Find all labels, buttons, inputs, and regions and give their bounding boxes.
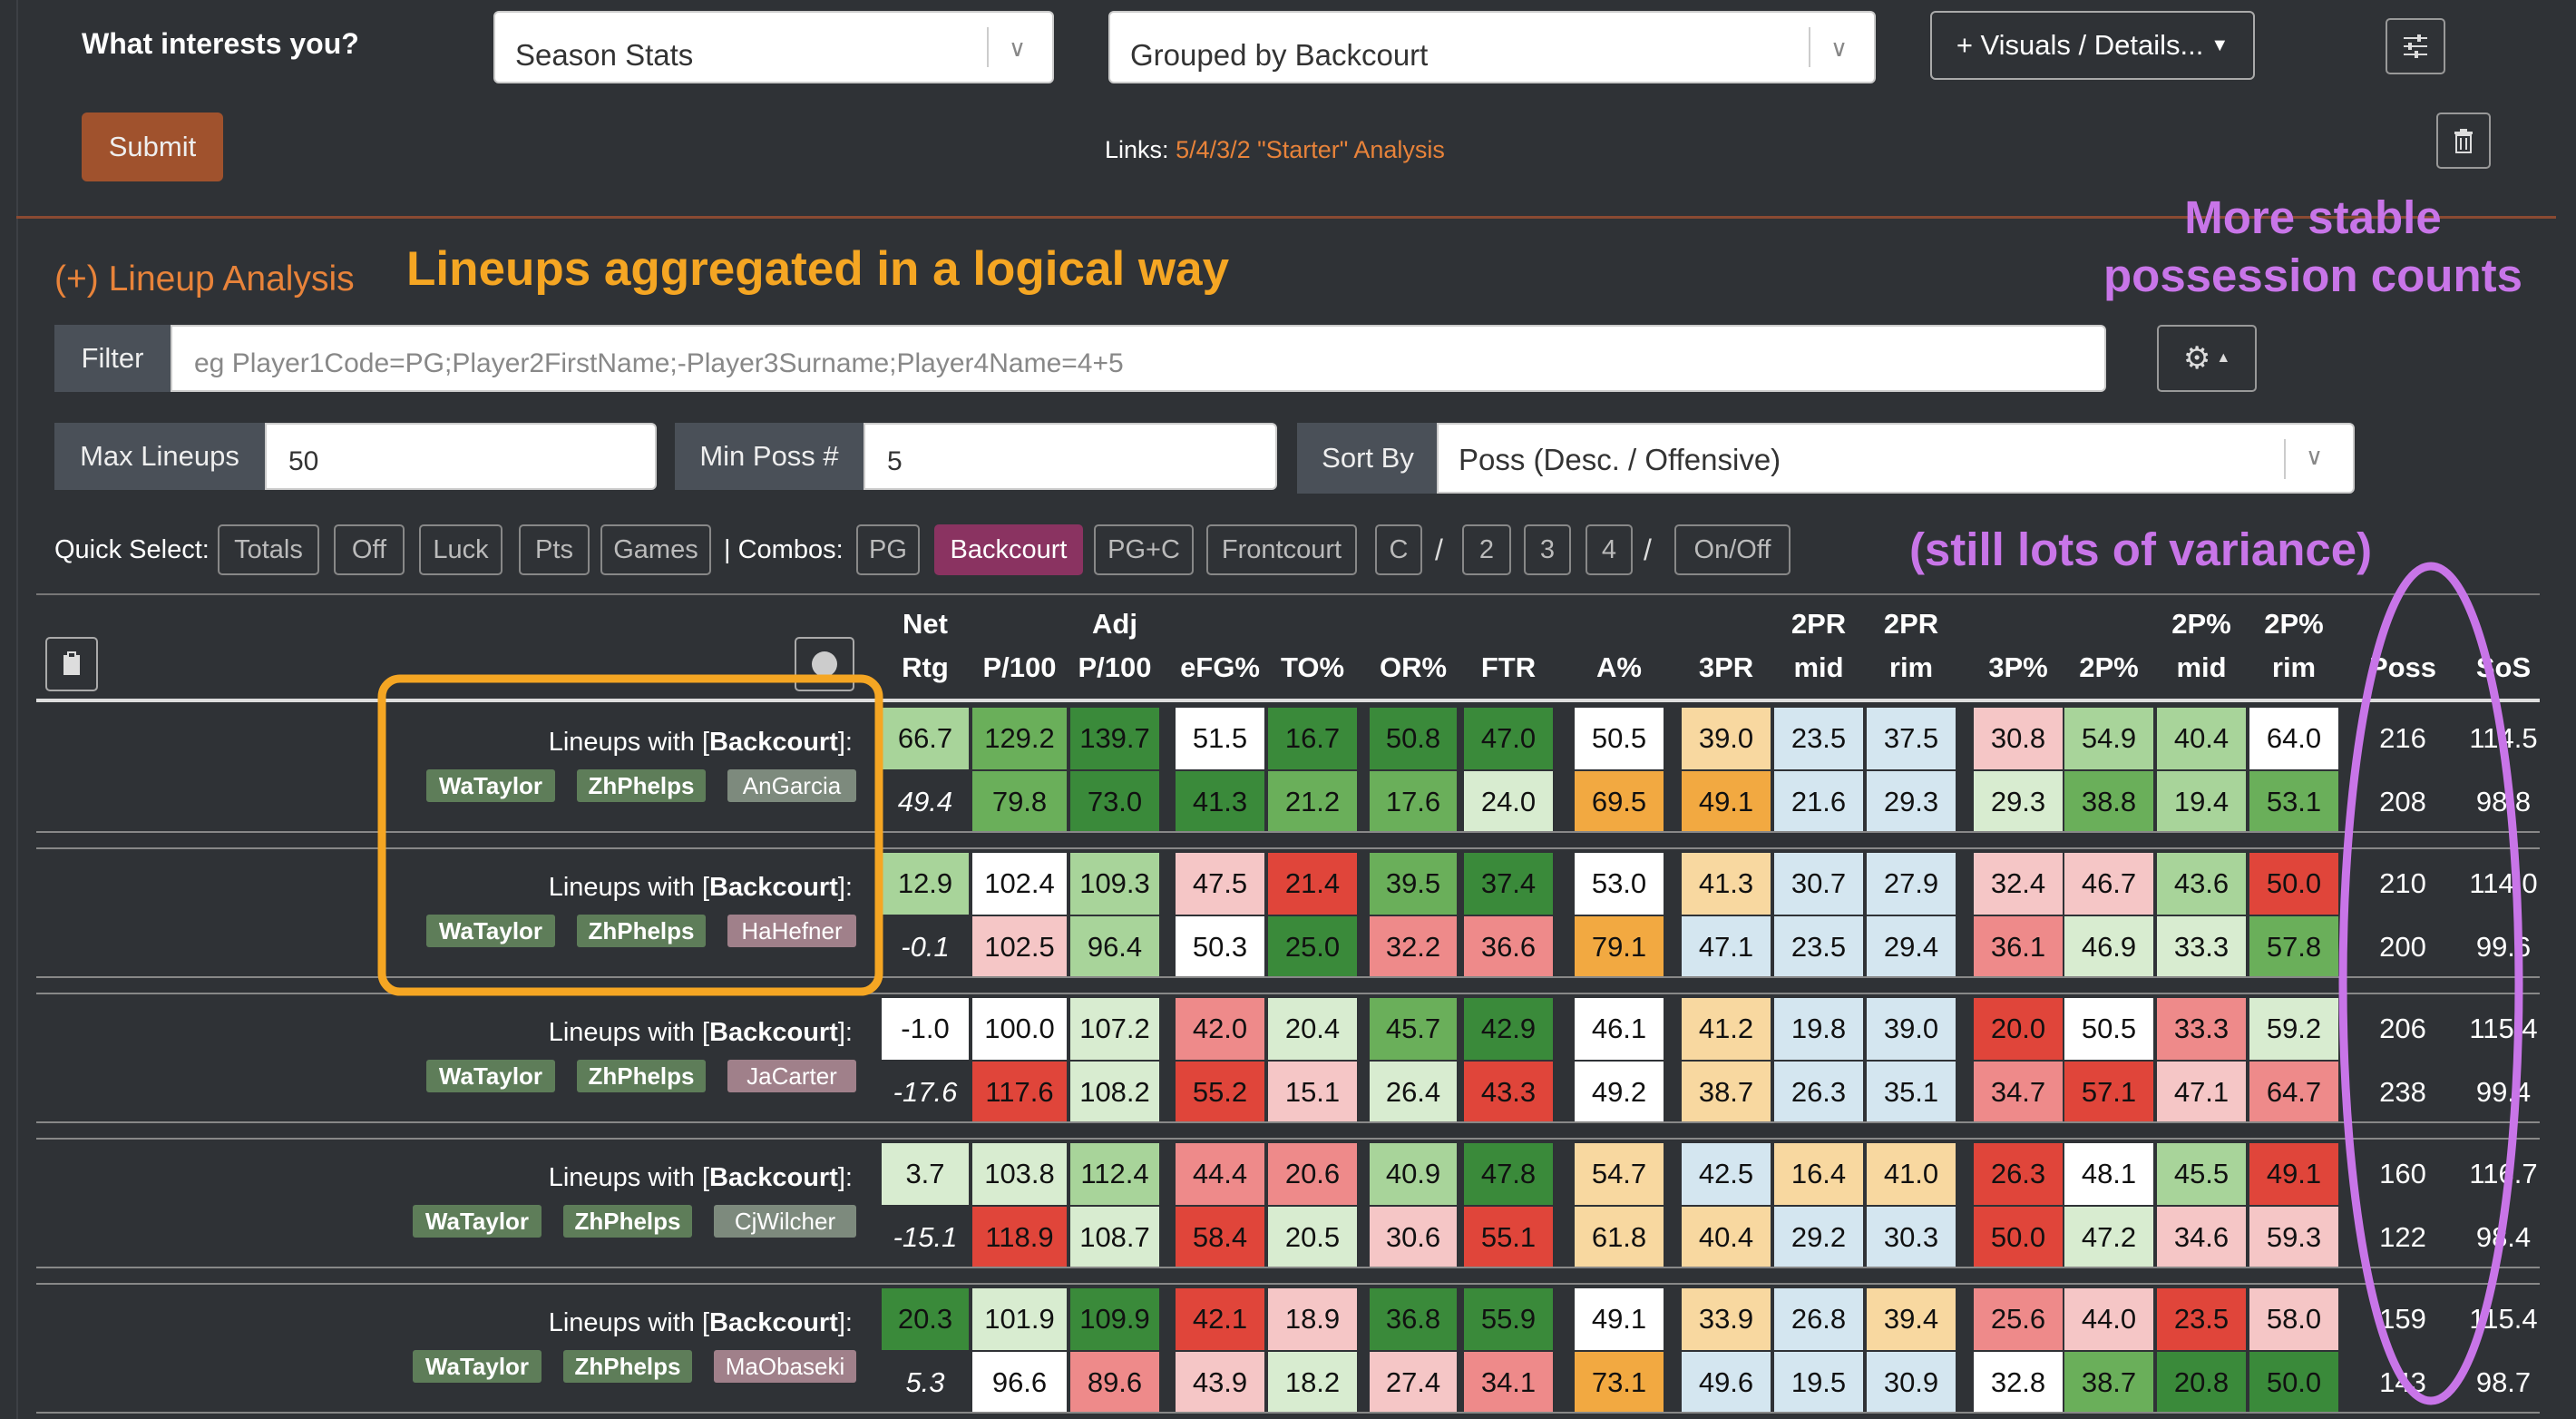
purple-highlight-ellipse — [2338, 562, 2523, 1405]
annotation-overlay — [377, 562, 2523, 1405]
orange-highlight-box — [377, 674, 883, 996]
